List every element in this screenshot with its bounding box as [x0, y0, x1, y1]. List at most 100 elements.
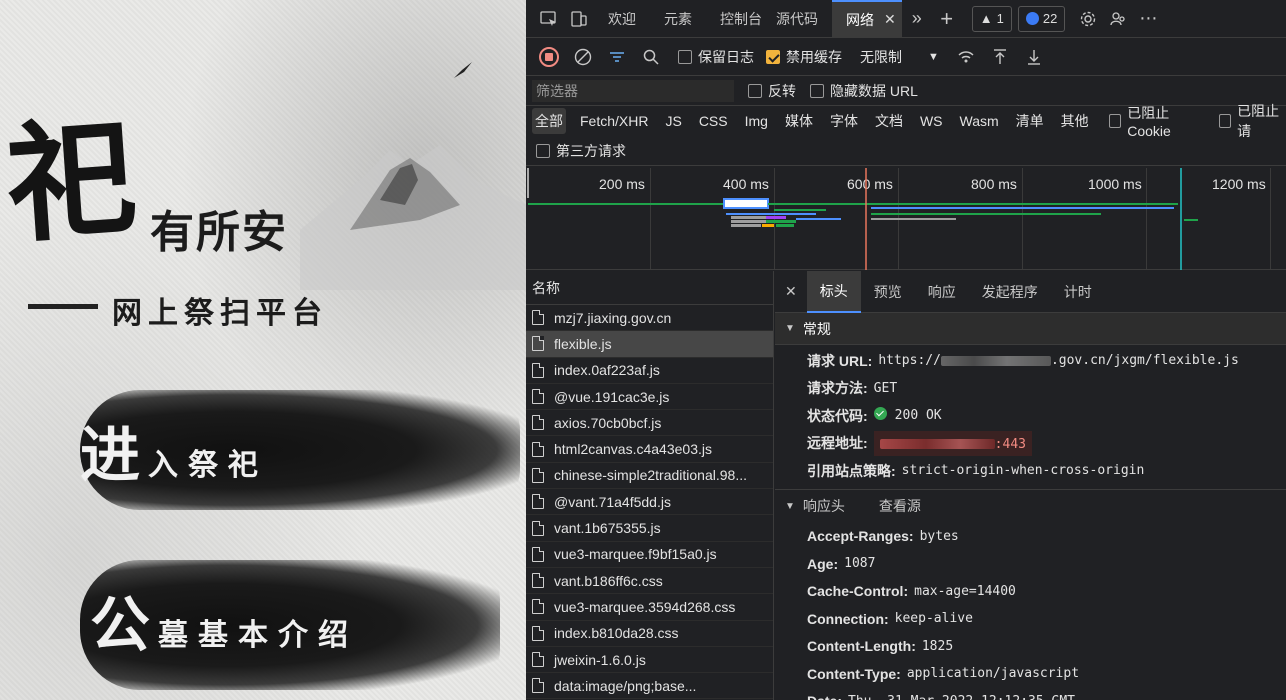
tab-preview[interactable]: 预览: [861, 271, 915, 313]
request-row[interactable]: data:image/png;base...: [526, 673, 773, 700]
throttle-select[interactable]: 无限制 ▼: [860, 47, 939, 67]
filter-icon[interactable]: [602, 42, 632, 72]
checkbox-box[interactable]: [810, 83, 824, 98]
type-filter-img[interactable]: Img: [742, 110, 771, 132]
request-row[interactable]: vant.b186ff6c.css: [526, 568, 773, 595]
preserve-log-checkbox[interactable]: 保留日志: [678, 47, 754, 67]
request-row[interactable]: index.0af223af.js: [526, 358, 773, 384]
close-tab-icon[interactable]: ✕: [884, 11, 896, 28]
search-icon[interactable]: [636, 42, 666, 72]
tab-headers[interactable]: 标头: [806, 270, 861, 313]
type-filter-css[interactable]: CSS: [696, 110, 731, 132]
checkbox-box[interactable]: [536, 143, 550, 158]
type-filter-js[interactable]: JS: [662, 110, 684, 132]
file-icon: [532, 546, 544, 562]
tab-welcome[interactable]: 欢迎: [594, 0, 650, 38]
remote-address-row: 远程地址: :443: [775, 430, 1286, 458]
name-column-header[interactable]: 名称: [526, 271, 773, 305]
warning-badge[interactable]: ▲ 1: [971, 5, 1012, 32]
checkbox-box-checked[interactable]: [766, 49, 780, 64]
request-row[interactable]: flexible.js: [526, 331, 773, 358]
type-filter-manifest[interactable]: 清单: [1013, 108, 1047, 134]
enter-ritual-button[interactable]: 进 入祭祀: [80, 390, 520, 510]
type-filter-wasm[interactable]: Wasm: [957, 110, 1002, 132]
blocked-requests-label: 已阻止请: [1237, 103, 1280, 139]
triangle-down-icon: ▼: [785, 500, 795, 512]
request-row[interactable]: @vue.191cac3e.js: [526, 384, 773, 411]
tab-sources[interactable]: 源代码: [776, 0, 832, 38]
header-value: Thu, 31 Mar 2022 12:12:35 GMT: [848, 694, 1075, 700]
response-headers-header[interactable]: ▼ 响应头 查看源: [775, 488, 1286, 523]
timeline-overview[interactable]: 200 ms 400 ms 600 ms 800 ms 1000 ms 1200…: [526, 168, 1286, 270]
request-row[interactable]: vue3-marquee.3594d268.css: [526, 594, 773, 621]
header-key: Cache-Control:: [807, 583, 909, 600]
close-details-icon[interactable]: ✕: [775, 271, 807, 313]
more-options-icon[interactable]: ⋯: [1133, 4, 1163, 34]
tab-timing[interactable]: 计时: [1051, 271, 1105, 313]
cemetery-intro-button[interactable]: 公 墓基本介绍: [80, 560, 510, 690]
waterfall-bars: [527, 168, 1198, 270]
hide-data-urls-checkbox[interactable]: 隐藏数据 URL: [810, 81, 918, 101]
request-row[interactable]: @vant.71a4f5dd.js: [526, 489, 773, 516]
type-filter-doc[interactable]: 文档: [872, 108, 906, 134]
request-row[interactable]: jweixin-1.6.0.js: [526, 647, 773, 674]
settings-gear-icon[interactable]: [1073, 4, 1103, 34]
blocked-requests-checkbox[interactable]: 已阻止请: [1218, 101, 1286, 141]
issues-count: 22: [1042, 11, 1058, 26]
tab-elements[interactable]: 元素: [650, 0, 706, 38]
more-tabs-icon[interactable]: »: [902, 4, 932, 34]
file-icon: [532, 494, 544, 510]
header-key: Content-Length:: [807, 638, 916, 655]
type-filter-xhr[interactable]: Fetch/XHR: [577, 110, 651, 132]
bird-icon: [454, 62, 472, 78]
request-row[interactable]: vant.1b675355.js: [526, 515, 773, 542]
clear-icon[interactable]: [568, 42, 598, 72]
request-name: vue3-marquee.3594d268.css: [554, 598, 736, 615]
import-har-icon[interactable]: [985, 42, 1015, 72]
invert-checkbox[interactable]: 反转: [748, 81, 796, 101]
issues-badge[interactable]: 22: [1017, 5, 1066, 32]
request-row[interactable]: index.b810da28.css: [526, 621, 773, 647]
type-filter-media[interactable]: 媒体: [782, 108, 816, 134]
request-row[interactable]: chinese-simple2traditional.98...: [526, 463, 773, 490]
tab-response[interactable]: 响应: [915, 271, 969, 313]
type-filter-all[interactable]: 全部: [532, 108, 566, 134]
third-party-checkbox[interactable]: 第三方请求: [536, 141, 626, 161]
tab-console[interactable]: 控制台: [706, 0, 776, 38]
type-filter-ws[interactable]: WS: [917, 110, 946, 132]
request-row[interactable]: axios.70cb0bcf.js: [526, 410, 773, 437]
add-tab-icon[interactable]: +: [932, 4, 962, 34]
general-section-header[interactable]: ▼ 常规: [775, 313, 1286, 345]
file-icon: [532, 362, 544, 378]
people-icon[interactable]: [1103, 4, 1133, 34]
view-source-link[interactable]: 查看源: [879, 496, 921, 516]
header-value: application/javascript: [906, 666, 1080, 682]
inspect-icon[interactable]: [534, 4, 564, 34]
checkbox-box[interactable]: [678, 49, 692, 64]
blocked-cookies-checkbox[interactable]: 已阻止 Cookie: [1108, 103, 1206, 139]
preserve-log-label: 保留日志: [698, 48, 754, 65]
disable-cache-checkbox[interactable]: 禁用缓存: [766, 47, 842, 67]
request-name: data:image/png;base...: [554, 677, 697, 694]
file-icon: [532, 467, 544, 483]
header-key: Age:: [807, 555, 839, 572]
request-row[interactable]: html2canvas.c4a43e03.js: [526, 436, 773, 463]
tab-network[interactable]: 网络 ✕: [832, 0, 902, 38]
type-filter-other[interactable]: 其他: [1058, 108, 1092, 134]
type-filter-font[interactable]: 字体: [827, 108, 861, 134]
tab-initiator[interactable]: 发起程序: [969, 271, 1051, 313]
request-row[interactable]: mzj7.jiaxing.gov.cn: [526, 305, 773, 332]
response-header-row: Accept-Ranges: bytes: [775, 523, 1286, 551]
checkbox-box[interactable]: [1108, 114, 1122, 128]
header-value: bytes: [919, 528, 959, 544]
checkbox-box[interactable]: [1218, 114, 1232, 128]
response-headers-list: Accept-Ranges: bytes Age: 1087 Cache-Control…: [775, 523, 1286, 700]
request-name: @vue.191cac3e.js: [554, 388, 670, 405]
export-har-icon[interactable]: [1019, 42, 1049, 72]
network-conditions-icon[interactable]: [951, 42, 981, 72]
stop-recording-button[interactable]: [534, 42, 564, 72]
request-row[interactable]: vue3-marquee.f9bf15a0.js: [526, 542, 773, 568]
checkbox-box[interactable]: [748, 83, 762, 98]
filter-input[interactable]: [532, 79, 734, 102]
device-emulation-icon[interactable]: [564, 4, 594, 34]
